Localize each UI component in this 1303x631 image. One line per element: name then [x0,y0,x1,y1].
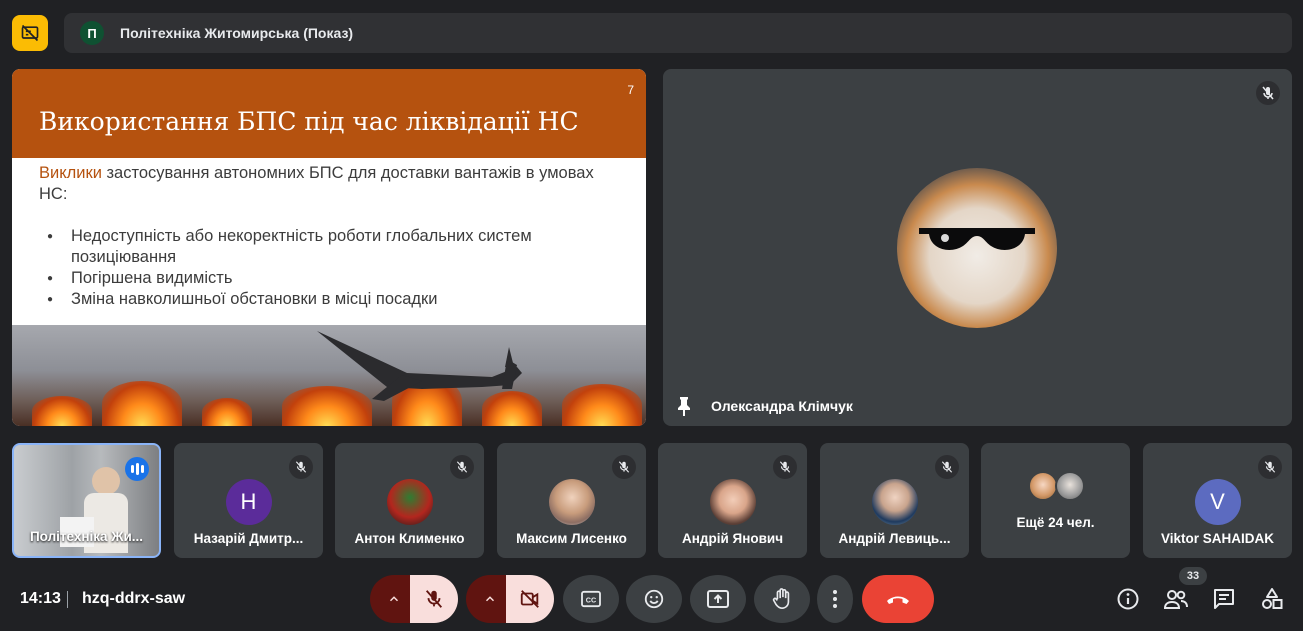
participant-avatar [386,479,433,525]
activities-button[interactable] [1259,586,1285,612]
participant-tile[interactable]: Максим Лисенко [497,443,646,558]
participant-avatar [1055,471,1085,501]
leave-call-button[interactable] [862,575,934,623]
pinned-participant-avatar [897,168,1057,328]
participant-name: Назарій Дмитр... [193,531,304,546]
mic-off-icon [1258,455,1282,479]
chevron-up-icon [389,596,399,602]
participant-name: Андрій Янович [681,531,784,546]
svg-text:CC: CC [586,596,596,605]
participant-tile[interactable]: Н Назарій Дмитр... [174,443,323,558]
participant-avatar: V [1194,479,1241,525]
presentation-bar: П Політехніка Житомирська (Показ) [64,13,1292,53]
activities-icon [1262,588,1283,609]
participant-avatar [1028,471,1058,501]
presenting-icon-button[interactable] [12,15,48,51]
slide-bullet: Недоступність або некоректність роботи г… [39,226,619,268]
meeting-code: hzq-ddrx-saw [82,590,186,607]
participant-tile[interactable]: Андрій Янович [658,443,807,558]
slide-page-number: 7 [627,83,634,97]
participant-tile[interactable]: Антон Клименко [335,443,484,558]
participant-avatar: Н [225,479,272,525]
slide-bullet: Зміна навколишньої обстановки в місці по… [39,289,619,310]
people-icon [1163,590,1188,609]
participant-name: Андрій Левиць... [838,531,951,546]
pin-icon[interactable] [675,396,693,421]
more-vert-icon [833,590,837,608]
slide-intro: Виклики застосування автономних БПС для … [39,163,619,205]
participant-tile[interactable]: V Viktor SAHAIDAK [1143,443,1292,558]
call-end-icon [887,596,909,604]
participant-name: Політехніка Жи... [29,529,144,544]
slide-intro-highlight: Виклики [39,164,102,182]
raise-hand-button[interactable] [754,575,810,623]
present-off-icon [21,24,39,42]
camera-toggle-button[interactable] [506,575,554,623]
info-icon [1117,588,1139,610]
mic-off-icon [935,455,959,479]
speaking-indicator-icon [125,457,149,481]
slide-drone-fire-image [12,325,646,426]
pinned-participant-name: Олександра Клімчук [711,398,853,414]
mic-off-icon [1256,81,1280,110]
slide-bullet: Погіршена видимість [39,268,619,289]
drone-silhouette [317,331,522,401]
participant-avatar [709,479,756,525]
meeting-time: 14:13 [20,590,61,607]
participant-name: Viktor SAHAIDAK [1160,531,1275,546]
more-participants-label: Ещё 24 чел. [1016,515,1095,530]
participant-name: Максим Лисенко [516,531,627,546]
participant-name: Антон Клименко [354,531,465,546]
slide-intro-text: застосування автономних БПС для доставки… [39,164,594,203]
chat-icon [1214,589,1234,609]
mic-toggle-button[interactable] [410,575,458,623]
slide-body: Виклики застосування автономних БПС для … [12,158,646,310]
present-screen-icon [707,590,729,608]
slide-bullets: Недоступність або некоректність роботи г… [39,226,619,310]
presenter-avatar: П [80,21,104,45]
mic-off-icon [450,455,474,479]
closed-caption-icon: CC [581,590,601,608]
divider [67,591,68,608]
emoji-icon [644,589,664,609]
participant-tile-self-room[interactable]: Політехніка Жи... [12,443,161,558]
reactions-button[interactable] [626,575,682,623]
sunglasses-icon [919,228,1035,250]
slide-header: Використання БПС під час ліквідації НС 7 [12,69,646,158]
present-screen-button[interactable] [690,575,746,623]
participant-tile-more[interactable]: Ещё 24 чел. [981,443,1130,558]
mic-off-icon [773,455,797,479]
slide-title: Використання БПС під час ліквідації НС [39,107,579,136]
meeting-details-button[interactable] [1115,586,1141,612]
mic-off-icon [425,590,443,608]
participant-avatar [871,479,918,525]
participants-count-badge: 33 [1179,567,1207,585]
mic-off-icon [289,455,313,479]
more-options-button[interactable] [817,575,853,623]
chat-button[interactable] [1211,586,1237,612]
people-button[interactable] [1163,586,1189,612]
mic-off-icon [612,455,636,479]
videocam-off-icon [520,590,539,608]
captions-button[interactable]: CC [563,575,619,623]
presentation-title: Політехніка Житомирська (Показ) [120,25,354,41]
hand-icon [772,588,790,609]
shared-slide: Використання БПС під час ліквідації НС 7… [12,69,646,426]
participant-avatar [548,479,595,525]
participant-tile[interactable]: Андрій Левиць... [820,443,969,558]
chevron-up-icon [485,596,495,602]
